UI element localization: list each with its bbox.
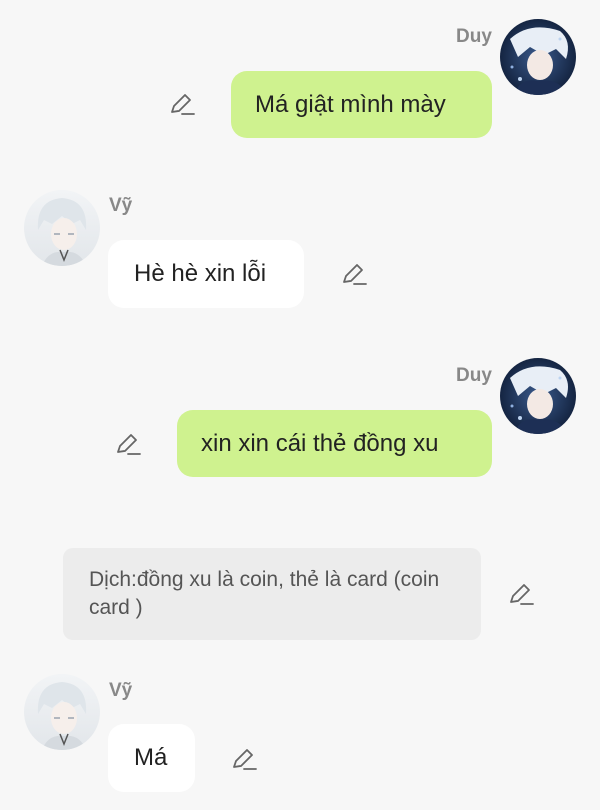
message-text: Má xyxy=(134,744,168,771)
message-text: Má giật mình mày xyxy=(255,90,446,118)
edit-icon[interactable] xyxy=(114,430,142,458)
sender-name-vy: Vỹ xyxy=(109,195,133,216)
message-text: Hè hè xin lỗi xyxy=(134,260,267,287)
avatar-duy-image xyxy=(500,19,576,95)
message-text: xin xin cái thẻ đồng xu xyxy=(201,429,439,457)
note-text: Dịch:đồng xu là coin, thẻ là card (coin … xyxy=(89,568,440,619)
translation-note: Dịch:đồng xu là coin, thẻ là card (coin … xyxy=(63,548,481,640)
message-bubble-duy-1[interactable]: Má giật mình mày xyxy=(231,71,492,138)
avatar-vy-image xyxy=(24,674,100,750)
avatar-duy[interactable] xyxy=(500,19,576,95)
message-bubble-duy-2[interactable]: xin xin cái thẻ đồng xu xyxy=(177,410,492,477)
message-bubble-vy-2[interactable]: Má xyxy=(108,724,195,792)
avatar-vy[interactable] xyxy=(24,190,100,266)
avatar-duy-image xyxy=(500,358,576,434)
edit-icon[interactable] xyxy=(507,580,535,608)
edit-icon[interactable] xyxy=(340,260,368,288)
sender-name-duy: Duy xyxy=(456,26,492,47)
sender-name-vy: Vỹ xyxy=(109,680,133,701)
edit-icon[interactable] xyxy=(230,745,258,773)
sender-name-duy: Duy xyxy=(456,365,492,386)
avatar-vy[interactable] xyxy=(24,674,100,750)
avatar-duy[interactable] xyxy=(500,358,576,434)
avatar-vy-image xyxy=(24,190,100,266)
message-bubble-vy-1[interactable]: Hè hè xin lỗi xyxy=(108,240,304,308)
edit-icon[interactable] xyxy=(168,90,196,118)
